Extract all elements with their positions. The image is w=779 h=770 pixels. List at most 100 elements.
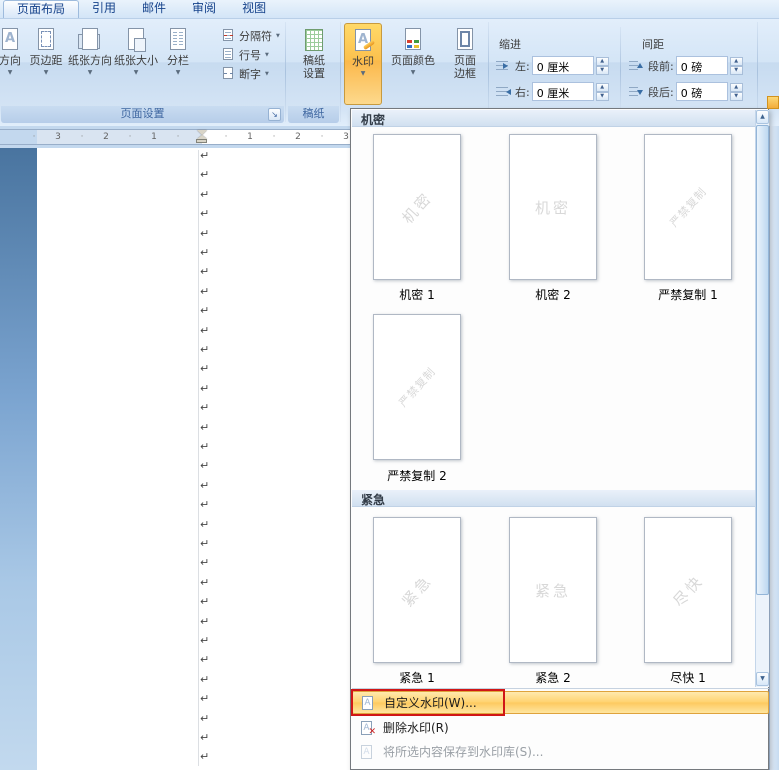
indent-left-spinner[interactable]: ▲ ▼ (595, 56, 609, 75)
paper-size-button[interactable]: 纸张大小 ▼ (114, 23, 158, 105)
indent-right-label: 右: (515, 85, 530, 99)
manuscript-settings-button[interactable]: 稿纸 设置 (291, 23, 337, 105)
thumbnail-label: 机密 1 (399, 288, 435, 302)
orientation-icon (76, 26, 104, 54)
watermark-thumbnail-yanjinfuzhi-2[interactable]: 严禁复制 (373, 314, 461, 460)
breaks-button[interactable]: 分隔符 ▼ (222, 27, 280, 44)
watermark-thumbnail-jimi-2[interactable]: 机密 (509, 134, 597, 280)
watermark-thumbnail-yanjinfuzhi-1[interactable]: 严禁复制 (644, 134, 732, 280)
hanging-indent-marker[interactable] (197, 135, 207, 139)
paragraph-mark: ↵ (200, 537, 210, 550)
paragraph-mark: ↵ (200, 304, 210, 318)
indent-right-input[interactable]: 0 厘米 (531, 82, 594, 101)
paragraph-mark: ↵ (200, 362, 210, 376)
spin-up-icon: ▲ (729, 56, 743, 66)
paragraph-mark: ↵ (200, 401, 210, 415)
ruler-tick: · (32, 132, 36, 142)
ruler-tick: 2 (103, 132, 109, 142)
ruler-tick: · (320, 132, 324, 142)
paragraph-mark: ↵ (200, 149, 210, 162)
page-setup-dialog-launcher[interactable]: ↘ (268, 108, 281, 121)
indent-left-icon (495, 59, 511, 73)
text-direction-button[interactable]: A 方向 ▼ (0, 23, 28, 105)
spacing-before-row: 段前: 0 磅 ▲ ▼ (628, 55, 743, 76)
ruler-tick: 3 (55, 132, 61, 142)
paragraph-mark: ↵ (200, 226, 210, 240)
indent-right-spinner[interactable]: ▲ ▼ (595, 82, 609, 101)
spacing-before-icon (628, 59, 644, 73)
spacing-header: 间距 (642, 38, 664, 51)
page-borders-button[interactable]: 页面 边框 (444, 23, 486, 105)
ruler-tick: · (176, 132, 180, 142)
menu-custom-watermark[interactable]: A 自定义水印(W)... (352, 691, 769, 714)
tab-page-layout[interactable]: 页面布局 (3, 0, 80, 18)
spacing-before-spinner[interactable]: ▲ ▼ (729, 56, 743, 75)
page-color-button[interactable]: 页面颜色 ▼ (386, 23, 440, 105)
thumbnail-label: 严禁复制 1 (658, 288, 718, 302)
spacing-after-label: 段后: (648, 85, 674, 99)
watermark-thumbnail-jinji-1[interactable]: 紧急 (373, 517, 461, 663)
paragraph-mark: ↵ (200, 284, 210, 298)
paragraph-mark: ↵ (200, 595, 210, 609)
watermark-gallery-dropdown: 机密 机密 机密 严禁复制 机密 1 机密 2 严禁复制 1 严禁复制 严禁复制… (350, 108, 769, 770)
tab-mailings[interactable]: 邮件 (129, 0, 179, 18)
orientation-button[interactable]: 纸张方向 ▼ (68, 23, 112, 105)
watermark-preview-text: 严禁复制 (396, 365, 439, 410)
document-scrollbar[interactable] (769, 126, 779, 770)
document-page[interactable]: ↵ ↵ ↵ ↵ ↵ ↵ ↵ ↵ ↵ ↵ ↵ ↵ ↵ ↵ ↵ ↵ ↵ ↵ ↵ ↵ ↵ ↵ ↵ ↵ ↵ ↵ ↵ ↵ ↵ ↵ ↵ ↵ (37, 148, 350, 770)
spin-down-icon: ▼ (729, 91, 743, 101)
watermark-preview-text: 紧急 (534, 581, 571, 600)
indent-markers[interactable] (196, 130, 209, 145)
margins-icon (32, 26, 60, 54)
left-indent-marker[interactable] (196, 139, 207, 143)
paragraph-mark: ↵ (200, 343, 210, 356)
indent-right-icon (495, 85, 511, 99)
columns-button[interactable]: 分栏 ▼ (160, 23, 196, 105)
paragraph-mark: ↵ (200, 420, 210, 434)
paragraph-mark: ↵ (200, 478, 210, 492)
gallery-scroll-thumb[interactable] (756, 125, 769, 595)
group-separator (757, 22, 758, 122)
paragraph-mark: ↵ (200, 634, 210, 647)
watermark-thumbnail-jinkuai-1[interactable]: 尽快 (644, 517, 732, 663)
indent-right-row: 右: 0 厘米 ▲ ▼ (495, 81, 609, 102)
spacing-before-input[interactable]: 0 磅 (675, 56, 728, 75)
line-numbers-button[interactable]: 行号 ▼ (222, 46, 269, 63)
line-numbers-icon (222, 48, 235, 61)
paragraph-mark: ↵ (200, 381, 210, 395)
group-separator (340, 22, 341, 122)
ruler-tick: · (224, 132, 228, 142)
paragraph-mark: ↵ (200, 498, 210, 512)
watermark-thumbnail-jinji-2[interactable]: 紧急 (509, 517, 597, 663)
gallery-scrollbar[interactable]: ▲ ▼ (755, 110, 769, 687)
horizontal-ruler[interactable]: 3 2 1 1 2 3 · · · · · · · (0, 129, 350, 145)
watermark-button[interactable]: A 水印 ▼ (344, 23, 382, 105)
margins-button[interactable]: 页边距 ▼ (26, 23, 66, 105)
chevron-down-icon: ▼ (360, 70, 366, 77)
tab-view[interactable]: 视图 (229, 0, 279, 18)
paragraph-mark: ↵ (200, 575, 210, 589)
watermark-preview-text: 机密 (398, 187, 437, 227)
gallery-section-urgent: 紧急 (352, 490, 755, 507)
menu-remove-watermark[interactable]: A ✕ 删除水印(R) (352, 716, 769, 739)
indent-left-row: 左: 0 厘米 ▲ ▼ (495, 55, 609, 76)
scroll-up-arrow[interactable] (767, 96, 779, 109)
indent-left-input[interactable]: 0 厘米 (531, 56, 594, 75)
spin-down-icon: ▼ (729, 65, 743, 75)
spacing-after-input[interactable]: 0 磅 (675, 82, 728, 101)
chevron-down-icon: ▼ (175, 69, 181, 76)
paragraph-mark: ↵ (200, 323, 210, 337)
tab-references[interactable]: 引用 (79, 0, 129, 18)
group-inner-separator (620, 27, 621, 115)
spacing-after-spinner[interactable]: ▲ ▼ (729, 82, 743, 101)
paragraph-mark: ↵ (200, 672, 210, 686)
tab-review[interactable]: 审阅 (179, 0, 229, 18)
hyphenation-button[interactable]: 断字 ▼ (222, 65, 269, 82)
group-separator (285, 22, 286, 122)
watermark-preview-text: 紧急 (398, 570, 437, 610)
watermark-thumbnail-jimi-1[interactable]: 机密 (373, 134, 461, 280)
indent-header: 缩进 (499, 38, 521, 51)
gallery-scroll-up[interactable]: ▲ (756, 110, 769, 124)
hyphenation-icon (222, 67, 235, 80)
gallery-scroll-down[interactable]: ▼ (756, 672, 769, 686)
